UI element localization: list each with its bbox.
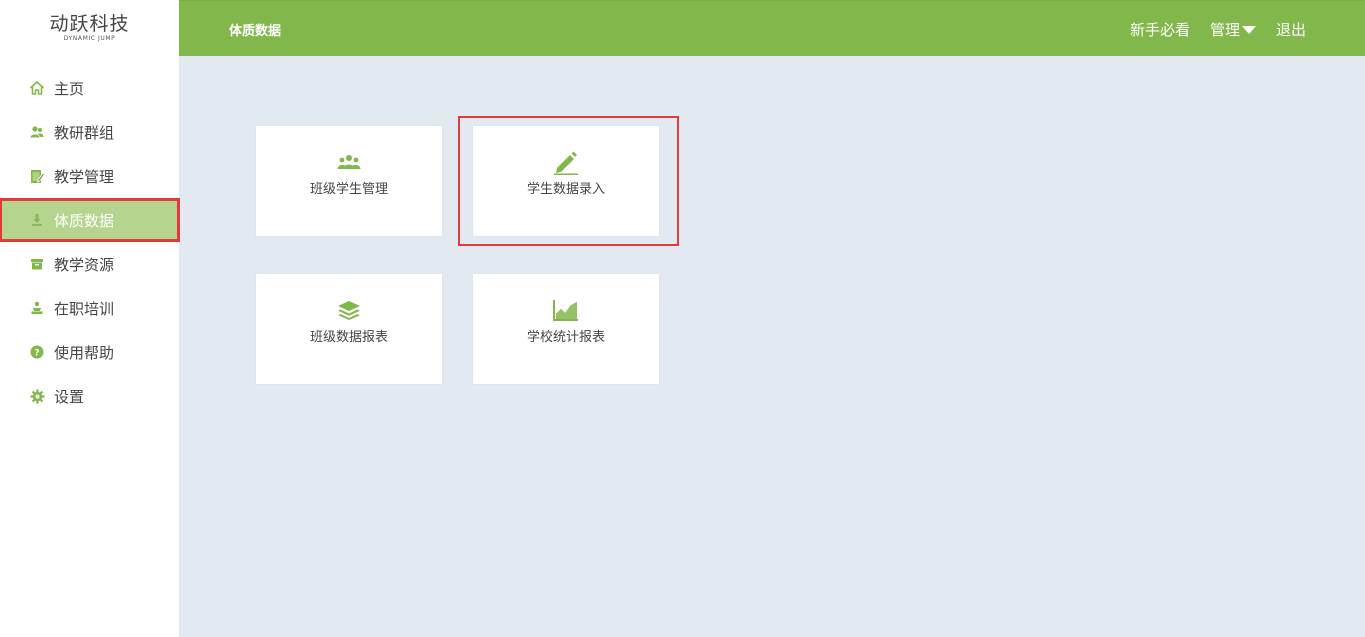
sidebar-item-label: 体质数据 [54,211,115,230]
sidebar-nav: 主页 教研群组 教学管理 体质数据 教学资源 在职培训 ? 使用帮助 设置 [0,66,180,418]
help-icon: ? [29,344,45,360]
manage-label: 管理 [1209,21,1240,39]
card-class-student-management[interactable]: 班级学生管理 [256,126,442,236]
sidebar-item-label: 教学管理 [54,167,115,186]
logo[interactable]: 动跃科技 DYNAMIC JUMP [0,0,179,56]
svg-text:?: ? [34,349,39,359]
sidebar-item-help[interactable]: ? 使用帮助 [0,330,179,374]
card-label: 学校统计报表 [526,330,605,345]
highlight-box [458,116,679,246]
gear-icon [29,388,45,404]
home-icon [29,80,45,96]
manage-dropdown[interactable]: 管理 [1210,19,1256,40]
page-title: 体质数据 [229,24,282,39]
logout-link[interactable]: 退出 [1276,19,1306,40]
sidebar-item-label: 设置 [54,387,85,406]
logo-subtext: DYNAMIC JUMP [63,34,116,42]
area-chart-icon [553,298,579,322]
card-class-data-report[interactable]: 班级数据报表 [256,274,442,384]
sidebar-item-fitness-data[interactable]: 体质数据 [0,198,180,242]
sidebar-item-home[interactable]: 主页 [0,66,179,110]
card-label: 班级学生管理 [309,182,388,197]
download-icon [29,212,45,228]
sidebar-item-in-service-training[interactable]: 在职培训 [0,286,179,330]
layers-icon [337,298,361,322]
sidebar-item-teaching-resources[interactable]: 教学资源 [0,242,179,286]
sidebar-item-label: 主页 [54,79,85,98]
trainer-icon [29,300,45,316]
sidebar-item-label: 教学资源 [54,255,115,274]
logo-text: 动跃科技 [49,12,130,35]
card-label: 班级数据报表 [309,330,388,345]
group-icon [337,150,361,174]
box-icon [29,256,45,272]
sidebar-item-label: 在职培训 [54,299,115,318]
sidebar-item-teaching-management[interactable]: 教学管理 [0,154,179,198]
sidebar-item-label: 使用帮助 [54,343,115,362]
top-header: 体质数据 新手必看 管理 退出 [179,0,1365,56]
edit-book-icon [29,168,45,184]
header-links: 新手必看 管理 退出 [1110,19,1306,40]
sidebar-item-label: 教研群组 [54,123,115,142]
card-school-statistics-report[interactable]: 学校统计报表 [473,274,659,384]
sidebar-item-settings[interactable]: 设置 [0,374,179,418]
caret-down-icon [1241,26,1256,34]
users-icon [29,124,45,140]
guide-link[interactable]: 新手必看 [1130,19,1190,40]
sidebar: 动跃科技 DYNAMIC JUMP 主页 教研群组 教学管理 体质数据 教学资源… [0,0,180,637]
sidebar-item-research-group[interactable]: 教研群组 [0,110,179,154]
